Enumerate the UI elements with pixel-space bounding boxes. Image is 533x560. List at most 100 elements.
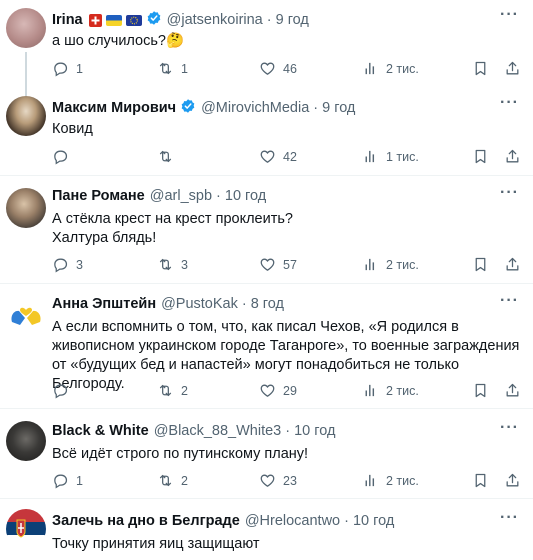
verified-badge-icon xyxy=(146,10,162,30)
reply-button[interactable]: 1 xyxy=(52,472,83,489)
share-button[interactable] xyxy=(504,256,521,273)
tweet-2[interactable]: Максим Мирович @MirovichMedia · 9 год ··… xyxy=(0,92,533,176)
reply-button[interactable] xyxy=(52,148,76,165)
like-button[interactable]: 23 xyxy=(259,472,297,489)
author-handle[interactable]: @Black_88_White3 xyxy=(154,423,282,439)
views-button[interactable]: 2 тис. xyxy=(362,60,419,77)
tweet-text-line: А стёкла крест на крест проклеить? xyxy=(52,211,293,227)
share-button[interactable] xyxy=(504,382,521,399)
timestamp[interactable]: 10 год xyxy=(353,513,394,529)
like-count: 42 xyxy=(283,149,297,164)
author-name[interactable]: Максим Мирович xyxy=(52,100,176,116)
bookmark-button[interactable] xyxy=(472,382,489,399)
share-icon xyxy=(504,472,521,489)
author-name[interactable]: Пане Романе xyxy=(52,188,145,204)
author-handle[interactable]: @arl_spb xyxy=(150,188,212,204)
share-icon xyxy=(504,382,521,399)
avatar[interactable] xyxy=(6,8,46,48)
like-button[interactable]: 57 xyxy=(259,256,297,273)
separator-dot: · xyxy=(285,423,291,439)
tweet-4[interactable]: Анна Эпштейн @PustoKak · 8 год ··· А есл… xyxy=(0,284,533,409)
tweet-actions: 1 2 23 2 тис. xyxy=(52,472,522,492)
views-button[interactable]: 2 тис. xyxy=(362,382,419,399)
tweet-1[interactable]: Irina @jatsenkoirina · 9 год ··· а шо сл… xyxy=(0,0,533,96)
author-name[interactable]: Залечь на дно в Белграде xyxy=(52,513,240,529)
avatar[interactable] xyxy=(6,421,46,461)
views-chart-icon xyxy=(362,472,379,489)
more-options-icon[interactable]: ··· xyxy=(500,509,519,527)
author-name[interactable]: Black & White xyxy=(52,423,149,439)
author-name[interactable]: Анна Эпштейн xyxy=(52,296,156,312)
more-options-icon[interactable]: ··· xyxy=(500,292,519,310)
reply-button[interactable] xyxy=(52,382,76,399)
author-handle[interactable]: @PustoKak xyxy=(161,296,238,312)
views-chart-icon xyxy=(362,382,379,399)
tweet-text-line: А если вспомнить о том, что, как писал Ч… xyxy=(52,319,459,335)
reply-icon xyxy=(52,472,69,489)
views-button[interactable]: 1 тис. xyxy=(362,148,419,165)
timestamp[interactable]: 9 год xyxy=(322,100,355,116)
bookmark-icon xyxy=(472,382,489,399)
author-handle[interactable]: @Hrelocantwo xyxy=(245,513,340,529)
more-options-icon[interactable]: ··· xyxy=(500,419,519,437)
retweet-icon xyxy=(157,382,174,399)
timestamp[interactable]: 10 год xyxy=(225,188,266,204)
views-button[interactable]: 2 тис. xyxy=(362,256,419,273)
avatar[interactable] xyxy=(6,296,46,336)
retweet-button[interactable]: 2 xyxy=(157,472,188,489)
share-button[interactable] xyxy=(504,60,521,77)
tweet-text: Ковид xyxy=(52,121,93,137)
heart-icon xyxy=(259,472,276,489)
tweet-actions: 1 1 46 2 тис. xyxy=(52,60,522,80)
tweet-text-line: Халтура блядь! xyxy=(52,230,157,246)
like-count: 23 xyxy=(283,473,297,488)
retweet-icon xyxy=(157,472,174,489)
retweet-icon xyxy=(157,148,174,165)
separator-dot: · xyxy=(344,513,349,529)
avatar[interactable] xyxy=(6,509,46,549)
like-count: 46 xyxy=(283,61,297,76)
author-handle[interactable]: @jatsenkoirina xyxy=(167,12,263,28)
tweet-3[interactable]: Пане Романе @arl_spb · 10 год ··· А стёк… xyxy=(0,176,533,284)
timestamp[interactable]: 9 год xyxy=(276,12,309,28)
separator-dot: · xyxy=(241,296,247,312)
reply-count: 3 xyxy=(76,257,83,272)
retweet-button[interactable]: 2 xyxy=(157,382,188,399)
view-count: 2 тис. xyxy=(386,473,419,488)
bookmark-button[interactable] xyxy=(472,256,489,273)
retweet-button[interactable]: 3 xyxy=(157,256,188,273)
more-options-icon[interactable]: ··· xyxy=(500,184,519,202)
more-options-icon[interactable]: ··· xyxy=(500,6,519,24)
like-button[interactable]: 42 xyxy=(259,148,297,165)
avatar[interactable] xyxy=(6,188,46,228)
tweet-actions: 42 1 тис. xyxy=(52,148,522,168)
bookmark-button[interactable] xyxy=(472,148,489,165)
verified-badge-icon xyxy=(180,98,196,118)
like-button[interactable]: 29 xyxy=(259,382,297,399)
share-button[interactable] xyxy=(504,148,521,165)
avatar[interactable] xyxy=(6,96,46,136)
tweet-6[interactable]: Залечь на дно в Белграде @Hrelocantwo · … xyxy=(0,499,533,560)
retweet-button[interactable]: 1 xyxy=(157,60,188,77)
tweet-text: а шо случилось?🤔 xyxy=(52,33,185,49)
author-name[interactable]: Irina xyxy=(52,12,83,28)
separator-dot: · xyxy=(313,100,319,116)
thread-line xyxy=(25,52,27,96)
like-button[interactable]: 46 xyxy=(259,60,297,77)
bookmark-button[interactable] xyxy=(472,60,489,77)
views-chart-icon xyxy=(362,148,379,165)
reply-button[interactable]: 1 xyxy=(52,60,83,77)
bookmark-button[interactable] xyxy=(472,472,489,489)
share-button[interactable] xyxy=(504,472,521,489)
reply-icon xyxy=(52,148,69,165)
retweet-button[interactable] xyxy=(157,148,181,165)
reply-button[interactable]: 3 xyxy=(52,256,83,273)
timestamp[interactable]: 8 год xyxy=(251,296,284,312)
more-options-icon[interactable]: ··· xyxy=(500,94,519,112)
author-handle[interactable]: @MirovichMedia xyxy=(201,100,309,116)
views-button[interactable]: 2 тис. xyxy=(362,472,419,489)
timestamp[interactable]: 10 год xyxy=(294,423,335,439)
tweet-5[interactable]: Black & White @Black_88_White3 · 10 год … xyxy=(0,409,533,499)
tweet-text: Точку принятия яиц защищают xyxy=(52,536,260,552)
heart-icon xyxy=(259,256,276,273)
